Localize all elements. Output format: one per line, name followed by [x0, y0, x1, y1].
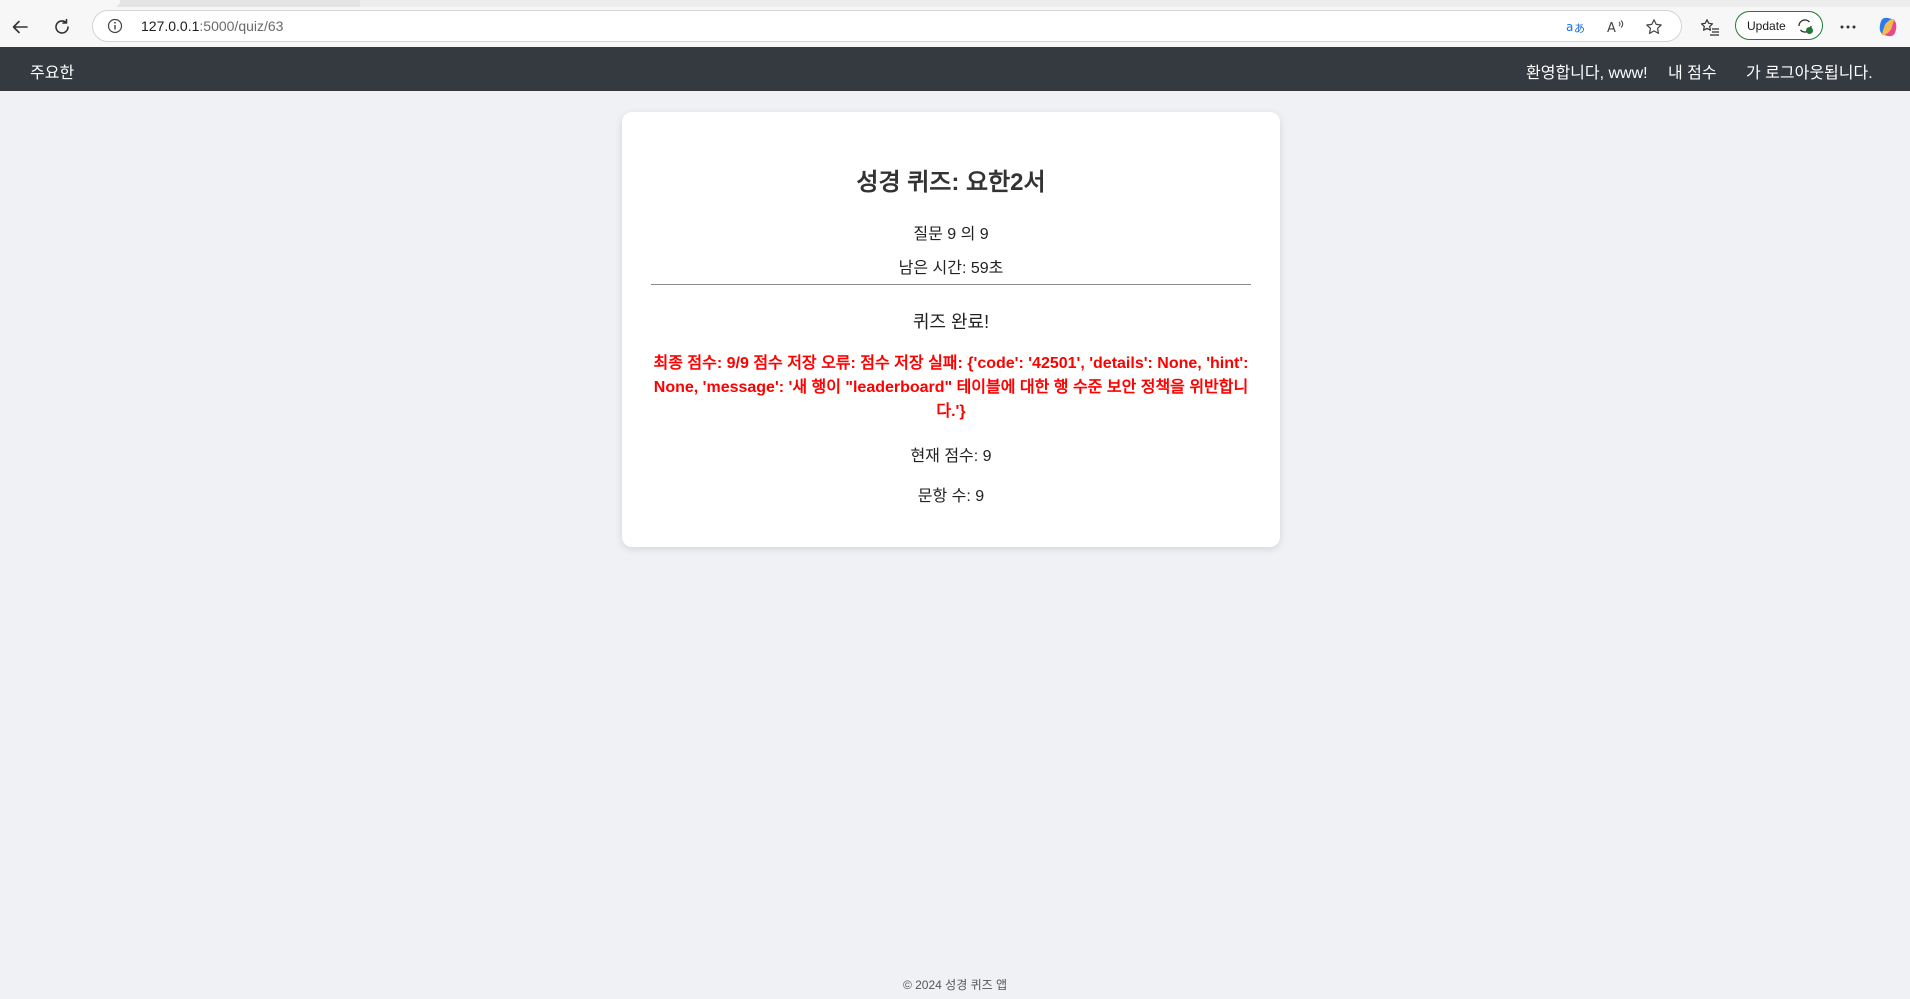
my-score-link[interactable]: 내 점수 [1668, 59, 1717, 83]
active-tab[interactable] [0, 0, 120, 7]
translate-icon[interactable]: aあ [1565, 16, 1587, 38]
update-sync-icon [1796, 17, 1814, 38]
url-path: :5000/quiz/63 [199, 18, 284, 34]
score-save-error-message: 최종 점수: 9/9 점수 저장 오류: 점수 저장 실패: {'code': … [653, 355, 1249, 420]
logout-link[interactable]: 가 로그아웃됩니다. [1746, 59, 1873, 83]
favorites-list-icon[interactable] [1696, 13, 1724, 41]
copilot-icon[interactable] [1874, 13, 1902, 41]
read-aloud-icon[interactable]: A [1605, 16, 1627, 38]
svg-text:あ: あ [1574, 22, 1585, 35]
info-icon[interactable] [107, 18, 123, 34]
address-bar[interactable]: 127.0.0.1:5000/quiz/63 aあ A [92, 10, 1682, 42]
site-navbar: 주요한 환영합니다, www! 내 점수 가 로그아웃됩니다. [0, 47, 1910, 91]
url-host: 127.0.0.1 [141, 18, 200, 34]
quiz-card: 성경 퀴즈: 요한2서 질문 9 의 9 남은 시간: 59초 퀴즈 완료! 최… [622, 112, 1280, 547]
tab-strip-background [360, 0, 1910, 7]
divider [651, 284, 1251, 285]
update-button[interactable]: Update [1735, 11, 1823, 40]
question-progress: 질문 9 의 9 [913, 226, 989, 243]
time-remaining: 남은 시간: 59초 [898, 260, 1004, 277]
current-score: 현재 점수: 9 [910, 448, 992, 465]
svg-text:a: a [1566, 20, 1573, 34]
welcome-text: 환영합니다, www! [1526, 65, 1648, 82]
update-label: Update [1747, 18, 1786, 33]
footer-copyright: © 2024 성경 퀴즈 앱 [902, 978, 1008, 992]
brand-link[interactable]: 주요한 [30, 59, 74, 83]
question-count: 문항 수: 9 [917, 488, 985, 505]
quiz-complete-heading: 퀴즈 완료! [912, 312, 990, 332]
browser-tab-strip [0, 0, 1910, 7]
more-options-icon[interactable] [1834, 13, 1862, 41]
svg-text:A: A [1607, 21, 1616, 35]
url-text[interactable]: 127.0.0.1:5000/quiz/63 [141, 18, 283, 34]
browser-toolbar: 127.0.0.1:5000/quiz/63 aあ A Update [0, 7, 1910, 47]
favorite-star-icon[interactable] [1643, 16, 1665, 38]
quiz-title: 성경 퀴즈: 요한2서 [856, 169, 1046, 196]
back-arrow-icon[interactable] [6, 13, 34, 41]
refresh-icon[interactable] [48, 13, 76, 41]
